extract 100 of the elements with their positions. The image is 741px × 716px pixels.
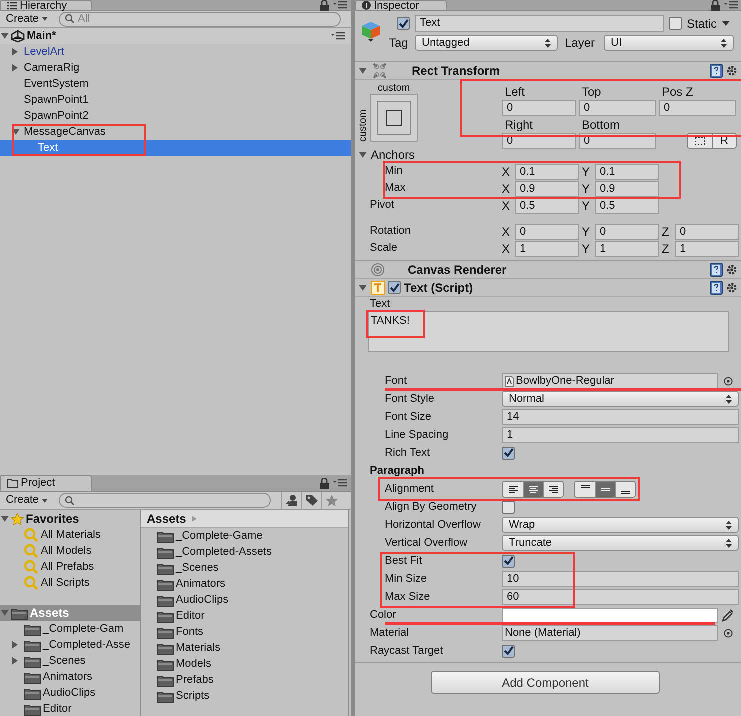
panel-tab[interactable]: Hierarchy bbox=[0, 0, 92, 10]
text-area[interactable]: TANKS! bbox=[368, 311, 729, 352]
object-picker-icon[interactable] bbox=[724, 628, 733, 638]
tree-row[interactable]: _Scenes bbox=[0, 653, 140, 669]
tree-row[interactable]: Text bbox=[0, 140, 351, 156]
tree-row[interactable]: AudioClips bbox=[0, 685, 140, 701]
tree-row[interactable]: MessageCanvas bbox=[0, 124, 351, 140]
down-triangle-icon[interactable] bbox=[12, 129, 20, 135]
right-triangle-icon[interactable] bbox=[12, 64, 18, 72]
breadcrumb-arrow-icon bbox=[192, 516, 198, 522]
folder-row[interactable]: Materials bbox=[141, 640, 348, 656]
item-label: Materials bbox=[176, 640, 221, 656]
property-label: Color bbox=[369, 608, 398, 623]
field-value: None (Material) bbox=[505, 626, 581, 641]
tree-row[interactable]: _Completed-Asse bbox=[0, 637, 140, 653]
item-label: EventSystem bbox=[24, 76, 89, 92]
text-field[interactable]: Text bbox=[415, 15, 664, 32]
tree-row[interactable]: EventSystem bbox=[0, 76, 351, 92]
checkbox[interactable] bbox=[502, 446, 515, 460]
folder-row[interactable]: Prefabs bbox=[141, 672, 348, 688]
folder-row[interactable]: Scripts bbox=[141, 688, 348, 704]
tree-row[interactable]: Editor bbox=[0, 701, 140, 716]
folder-row[interactable]: _Complete-Game bbox=[141, 528, 348, 544]
text-field[interactable]: 1 bbox=[515, 240, 579, 256]
text-field[interactable]: 0.9 bbox=[595, 180, 659, 196]
folder-row[interactable]: AudioClips bbox=[141, 592, 348, 608]
down-triangle-icon[interactable] bbox=[359, 284, 367, 290]
object-picker-icon[interactable] bbox=[724, 376, 733, 386]
tree-row[interactable]: SpawnPoint1 bbox=[0, 92, 351, 108]
text-field[interactable]: 0 bbox=[579, 100, 656, 116]
text-field[interactable]: 0.1 bbox=[595, 164, 659, 180]
object-field[interactable]: None (Material) bbox=[502, 625, 718, 641]
folder-row[interactable]: Models bbox=[141, 656, 348, 672]
tree-row[interactable]: CameraRig bbox=[0, 60, 351, 76]
text-field[interactable]: 0 bbox=[675, 224, 739, 240]
item-label: CameraRig bbox=[24, 60, 80, 76]
checkbox[interactable] bbox=[388, 281, 401, 294]
tree-row[interactable]: _Complete-Gam bbox=[0, 621, 140, 637]
text-field[interactable]: 0 bbox=[595, 224, 659, 240]
dropdown[interactable]: Untagged bbox=[415, 35, 558, 51]
checkbox[interactable] bbox=[397, 17, 410, 30]
dropdown[interactable]: UI bbox=[604, 35, 734, 51]
favorite-item[interactable]: All Scripts bbox=[0, 575, 140, 591]
down-triangle-icon[interactable] bbox=[1, 33, 9, 39]
object-field[interactable]: BowlbyOne-Regular bbox=[502, 373, 718, 389]
folder-row[interactable]: _Scenes bbox=[141, 560, 348, 576]
right-triangle-icon[interactable] bbox=[12, 48, 18, 56]
text-field[interactable]: 0 bbox=[502, 100, 576, 116]
foldout-label[interactable]: Anchors bbox=[371, 146, 416, 164]
dropdown[interactable]: Wrap bbox=[502, 517, 739, 533]
checkbox[interactable] bbox=[502, 554, 515, 568]
tree-row[interactable]: SpawnPoint2 bbox=[0, 108, 351, 124]
folder-icon bbox=[157, 594, 174, 606]
create-button[interactable]: Create bbox=[1, 12, 54, 26]
down-triangle-icon[interactable] bbox=[359, 152, 367, 158]
dropdown-value: Untagged bbox=[422, 36, 470, 51]
checkbox[interactable] bbox=[669, 17, 682, 30]
down-triangle-icon[interactable] bbox=[1, 516, 9, 522]
tree-row[interactable]: Animators bbox=[0, 669, 140, 685]
alignment-button[interactable] bbox=[503, 482, 523, 496]
checkbox[interactable] bbox=[502, 500, 515, 514]
eyedropper-icon[interactable] bbox=[722, 608, 734, 622]
folder-row[interactable]: Fonts bbox=[141, 624, 348, 640]
text-field[interactable]: 0 bbox=[515, 224, 579, 240]
breadcrumb-item[interactable]: Assets bbox=[147, 510, 186, 528]
panel-tab[interactable]: Project bbox=[0, 475, 92, 491]
item-label: All Models bbox=[41, 544, 92, 559]
folder-row[interactable]: _Completed-Assets bbox=[141, 544, 348, 560]
tree-row[interactable]: LevelArt bbox=[0, 44, 351, 60]
text-field[interactable]: 10 bbox=[502, 571, 739, 587]
dropdown[interactable]: Normal bbox=[502, 391, 739, 407]
anchor-preset-button[interactable] bbox=[370, 94, 418, 142]
folder-row[interactable]: Editor bbox=[141, 608, 348, 624]
search-field[interactable] bbox=[59, 493, 272, 508]
right-triangle-icon[interactable] bbox=[12, 641, 18, 649]
favorite-item[interactable]: All Materials bbox=[0, 527, 140, 543]
text-field[interactable]: 0 bbox=[659, 100, 736, 116]
checkbox[interactable] bbox=[502, 644, 515, 658]
favorite-item[interactable]: All Models bbox=[0, 543, 140, 559]
text-field[interactable]: 1 bbox=[502, 427, 739, 443]
folder-icon bbox=[24, 622, 41, 636]
text-field[interactable]: 14 bbox=[502, 409, 739, 425]
add-component-button[interactable]: Add Component bbox=[431, 671, 660, 694]
dropdown[interactable]: Truncate bbox=[502, 535, 739, 551]
panel-tab[interactable]: Inspector bbox=[355, 0, 447, 10]
text-field[interactable]: 0.1 bbox=[515, 164, 579, 180]
right-triangle-icon[interactable] bbox=[12, 657, 18, 665]
alignment-button[interactable] bbox=[575, 482, 595, 496]
alignment-button[interactable] bbox=[615, 482, 635, 496]
text-field[interactable]: 1 bbox=[675, 240, 739, 256]
text-field[interactable]: 0.9 bbox=[515, 180, 579, 196]
favorite-item[interactable]: All Prefabs bbox=[0, 559, 140, 575]
text-field[interactable]: 1 bbox=[595, 240, 659, 256]
down-triangle-icon[interactable] bbox=[359, 68, 367, 74]
text-field[interactable]: 60 bbox=[502, 589, 739, 605]
folder-row[interactable]: Animators bbox=[141, 576, 348, 592]
down-triangle-icon[interactable] bbox=[1, 610, 9, 616]
color-swatch[interactable] bbox=[502, 608, 718, 622]
alignment-button[interactable] bbox=[543, 482, 563, 496]
create-button[interactable]: Create bbox=[1, 493, 54, 508]
